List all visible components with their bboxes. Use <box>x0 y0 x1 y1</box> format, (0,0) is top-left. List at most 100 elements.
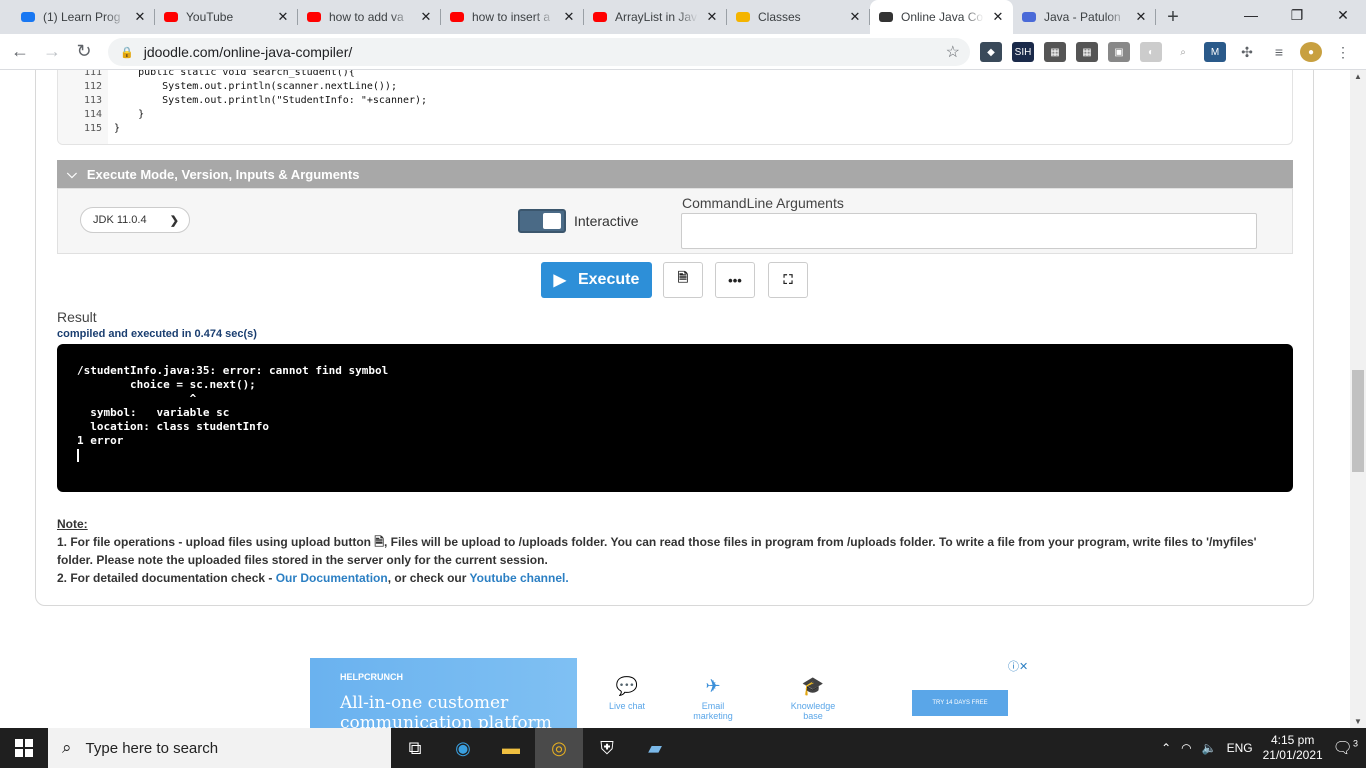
jdk-version-select[interactable]: JDK 11.0.4 ❯ <box>80 207 190 233</box>
execute-button[interactable]: ▶ Execute <box>541 262 652 298</box>
execute-panel-header[interactable]: ⌵ Execute Mode, Version, Inputs & Argume… <box>57 160 1293 188</box>
documentation-link[interactable]: Our Documentation <box>276 571 388 585</box>
ad-option-knowledge[interactable]: 🎓 Knowledge base <box>783 676 843 721</box>
ad-close-icon[interactable]: ⓘ✕ <box>1008 658 1028 674</box>
upload-file-icon: 🗎 <box>677 270 689 285</box>
back-button[interactable]: ← <box>4 41 36 62</box>
forward-button[interactable]: → <box>36 41 68 62</box>
zoom-icon[interactable]: ⌕ <box>1172 42 1194 62</box>
code-line: } <box>114 109 145 120</box>
edge-icon[interactable]: ◉ <box>439 728 487 768</box>
close-tab-icon[interactable]: ✕ <box>276 9 290 25</box>
note-item-2: 2. For detailed documentation check - Ou… <box>57 569 1277 587</box>
extension-icon[interactable]: SIH <box>1012 42 1034 62</box>
lock-icon: 🔒 <box>120 46 134 59</box>
code-line: System.out.println("StudentInfo: "+scann… <box>114 95 428 106</box>
security-shield-icon[interactable]: ⛨ <box>583 728 631 768</box>
taskbar-search[interactable]: ⌕ Type here to search <box>48 728 391 768</box>
extensions-puzzle-icon[interactable]: ✣ <box>1236 42 1258 62</box>
close-tab-icon[interactable]: ✕ <box>848 9 862 25</box>
clock[interactable]: 4:15 pm 21/01/2021 <box>1263 733 1323 763</box>
notification-center-icon[interactable]: 🗨3 <box>1333 738 1358 758</box>
close-tab-icon[interactable]: ✕ <box>1134 9 1148 25</box>
clock-time: 4:15 pm <box>1270 733 1315 747</box>
youtube-icon <box>163 9 179 25</box>
ad-cta-button[interactable]: TRY 14 DAYS FREE <box>912 690 1008 716</box>
extension-icon[interactable]: ▦ <box>1044 42 1066 62</box>
browser-tab[interactable]: Online Java Co ✕ <box>870 0 1013 34</box>
extension-icon[interactable]: ◐ <box>1140 42 1162 62</box>
task-view-button[interactable]: ⧉ <box>391 728 439 768</box>
advertisement[interactable]: HELPCRUNCH All-in-one customer communica… <box>310 658 1038 728</box>
minimize-button[interactable]: — <box>1228 0 1274 30</box>
file-explorer-icon[interactable]: ▬ <box>487 728 535 768</box>
youtube-channel-link[interactable]: Youtube channel. <box>470 571 569 585</box>
execute-panel-body: JDK 11.0.4 ❯ Interactive CommandLine Arg… <box>57 188 1293 254</box>
tab-title: (1) Learn Prog <box>43 10 121 24</box>
close-tab-icon[interactable]: ✕ <box>419 9 433 25</box>
jdoodle-icon <box>878 9 894 25</box>
close-tab-icon[interactable]: ✕ <box>705 9 719 25</box>
address-bar[interactable]: 🔒 jdoodle.com/online-java-compiler/ ☆ <box>108 38 970 66</box>
more-options-button[interactable]: ••• <box>715 262 755 298</box>
volume-icon[interactable]: 🔈 <box>1202 741 1217 755</box>
line-number: 111 <box>83 70 102 78</box>
fullscreen-button[interactable]: ⛶ <box>768 262 808 298</box>
browser-tab[interactable]: Classes ✕ <box>727 0 870 34</box>
notepad-icon[interactable]: ▰ <box>631 728 679 768</box>
extension-icon[interactable]: ▣ <box>1108 42 1130 62</box>
browser-tab[interactable]: Java - Patulon ✕ <box>1013 0 1156 34</box>
menu-kebab-icon[interactable]: ⋮ <box>1332 42 1354 62</box>
cmdline-args-label: CommandLine Arguments <box>682 195 844 211</box>
ad-headline: All-in-one customer communication platfo… <box>340 693 552 728</box>
browser-tab[interactable]: YouTube ✕ <box>155 0 298 34</box>
result-label: Result <box>57 309 97 325</box>
browser-tab[interactable]: how to insert a ✕ <box>441 0 584 34</box>
toolbar: ← → ↻ 🔒 jdoodle.com/online-java-compiler… <box>0 34 1366 70</box>
interactive-toggle[interactable] <box>518 209 566 233</box>
output-console[interactable]: /studentInfo.java:35: error: cannot find… <box>57 344 1293 492</box>
start-button[interactable] <box>0 728 48 768</box>
new-tab-button[interactable]: + <box>1156 0 1190 34</box>
reading-list-icon[interactable]: ≡ <box>1268 42 1290 62</box>
ad-option-live-chat[interactable]: 💬 Live chat <box>597 676 657 711</box>
extension-icon[interactable]: M <box>1204 42 1226 62</box>
page-scrollbar[interactable]: ▲ ▼ <box>1350 70 1366 728</box>
console-cursor <box>77 448 79 462</box>
note-text: 2. For detailed documentation check - <box>57 571 276 585</box>
extension-icon[interactable]: ◆ <box>980 42 1002 62</box>
extension-icon[interactable]: ▦ <box>1076 42 1098 62</box>
chrome-icon[interactable]: ◎ <box>535 728 583 768</box>
note-section: Note: 1. For file operations - upload fi… <box>57 515 1277 587</box>
chevron-down-icon: ⌵ <box>67 166 77 181</box>
code-editor[interactable]: 111 112 113 114 115 public static void searc… <box>57 70 1293 145</box>
tab-title: ArrayList in Jav <box>615 10 698 24</box>
line-number: 115 <box>83 123 102 134</box>
send-icon: ✈ <box>705 676 721 696</box>
scrollbar-thumb[interactable] <box>1352 370 1364 472</box>
facebook-icon <box>20 9 36 25</box>
browser-tab[interactable]: ArrayList in Jav ✕ <box>584 0 727 34</box>
close-tab-icon[interactable]: ✕ <box>562 9 576 25</box>
cmdline-args-input[interactable] <box>681 213 1257 249</box>
wifi-icon[interactable]: ◠ <box>1181 741 1191 755</box>
browser-tab[interactable]: (1) Learn Prog ✕ <box>12 0 155 34</box>
chat-icon: 💬 <box>615 676 639 696</box>
upload-file-button[interactable]: 🗎 <box>663 262 703 298</box>
extensions-area: ◆ SIH ▦ ▦ ▣ ◐ ⌕ M ✣ ≡ ● ⋮ <box>980 42 1354 62</box>
scroll-up-arrow-icon[interactable]: ▲ <box>1350 72 1366 81</box>
note-text: 1. For file operations - upload files us… <box>57 535 375 549</box>
bookmark-star-icon[interactable]: ☆ <box>946 42 960 62</box>
profile-avatar[interactable]: ● <box>1300 42 1322 62</box>
code-source[interactable]: public static void search_student(){ Sys… <box>114 70 427 136</box>
reload-button[interactable]: ↻ <box>68 41 100 62</box>
close-tab-icon[interactable]: ✕ <box>991 9 1005 25</box>
close-tab-icon[interactable]: ✕ <box>133 9 147 25</box>
maximize-button[interactable]: ❐ <box>1274 0 1320 30</box>
close-window-button[interactable]: ✕ <box>1320 0 1366 30</box>
language-indicator[interactable]: ENG <box>1227 741 1253 755</box>
ad-option-email[interactable]: ✈ Email marketing <box>683 676 743 721</box>
scroll-down-arrow-icon[interactable]: ▼ <box>1350 717 1366 726</box>
chevron-up-icon[interactable]: ⌃ <box>1161 741 1171 755</box>
browser-tab[interactable]: how to add va ✕ <box>298 0 441 34</box>
